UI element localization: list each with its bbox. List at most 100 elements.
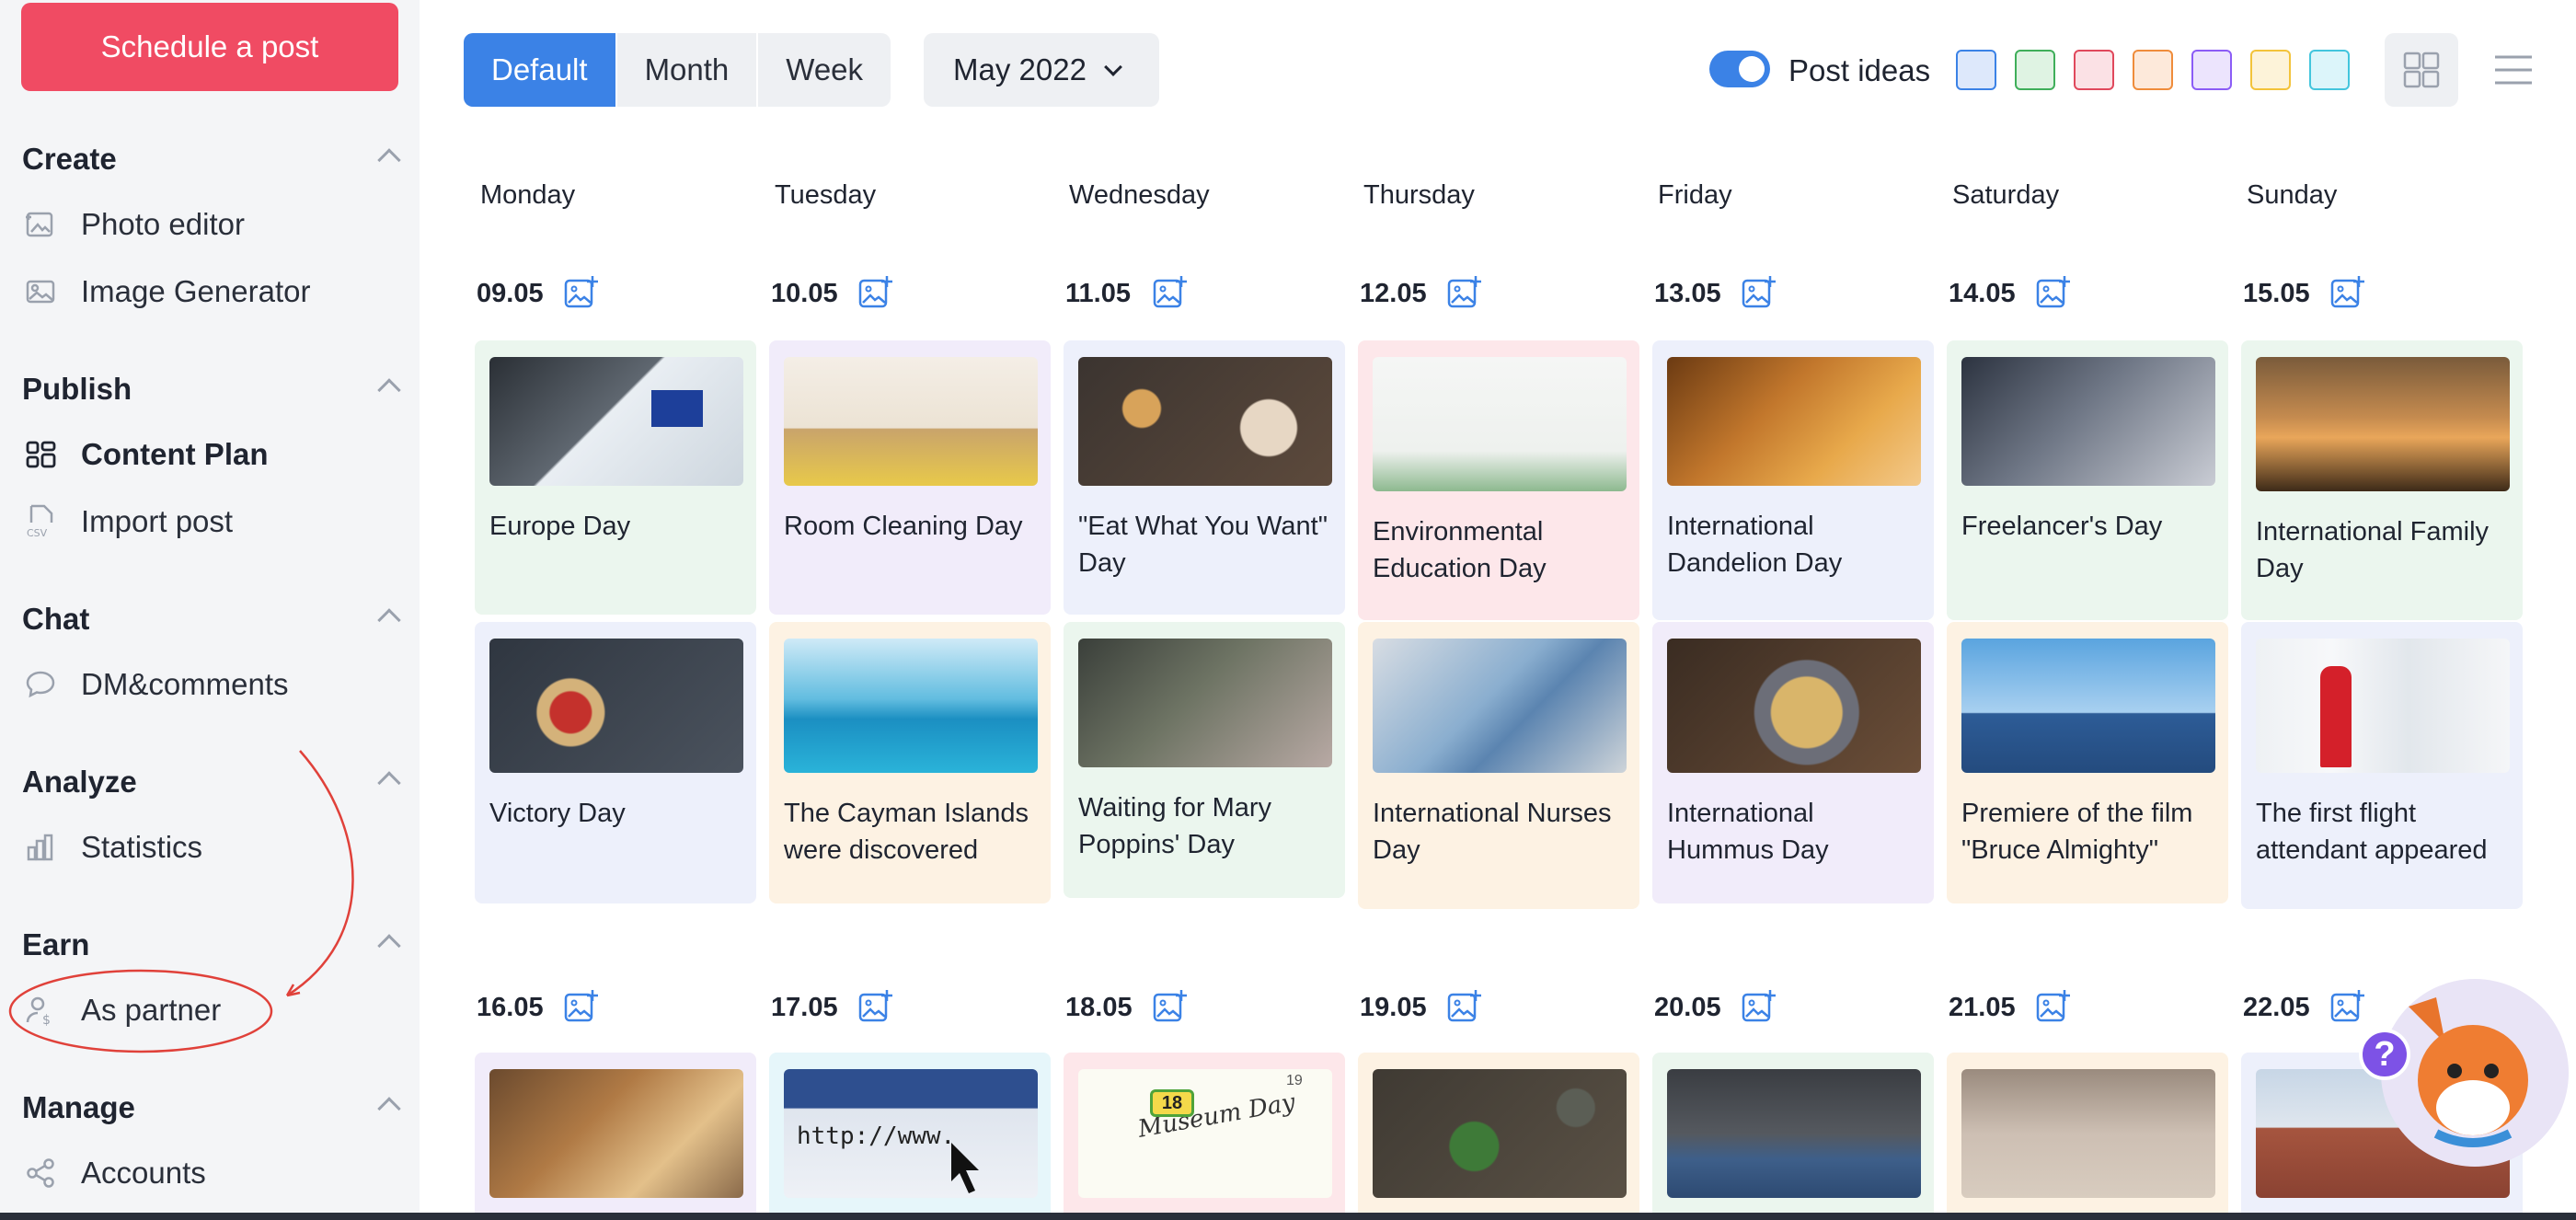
- post-idea-card[interactable]: The Cayman Islands were discovered: [769, 622, 1051, 903]
- post-idea-card[interactable]: http://www.: [769, 1053, 1051, 1220]
- post-idea-card[interactable]: Freelancer's Day: [1947, 340, 2228, 620]
- card-title: International Dandelion Day: [1667, 512, 1843, 578]
- sidebar-item-import-post[interactable]: CSV Import post: [22, 496, 399, 547]
- post-idea-card[interactable]: Waiting for Mary Poppins' Day: [1064, 622, 1345, 898]
- date-label: 22.05: [2243, 993, 2310, 1022]
- add-image-icon[interactable]: [1741, 988, 1777, 1025]
- post-idea-card[interactable]: Premiere of the film "Bruce Almighty": [1947, 622, 2228, 903]
- card-image: Museum Day 18 19: [1078, 1069, 1332, 1198]
- day-header: Monday: [480, 180, 576, 210]
- schedule-post-button[interactable]: Schedule a post: [21, 3, 398, 91]
- date-label: 21.05: [1949, 993, 2016, 1022]
- support-mascot[interactable]: [2381, 979, 2569, 1167]
- sidebar: Schedule a post Create Photo editor Imag…: [0, 0, 420, 1220]
- card-image: [489, 639, 743, 773]
- card-title: Environmental Education Day: [1373, 517, 1547, 583]
- sidebar-item-accounts[interactable]: Accounts: [22, 1147, 399, 1199]
- chat-icon: [22, 666, 59, 703]
- card-image: [784, 639, 1038, 773]
- card-image: [1961, 639, 2215, 773]
- post-idea-card[interactable]: International Dandelion Day: [1652, 340, 1934, 620]
- chevron-up-icon[interactable]: [377, 378, 401, 402]
- post-idea-card[interactable]: Room Cleaning Day: [769, 340, 1051, 615]
- add-image-icon[interactable]: [563, 274, 600, 311]
- grid-view-button[interactable]: [2385, 33, 2458, 107]
- post-idea-card[interactable]: International Nurses Day: [1358, 622, 1639, 909]
- card-title: Waiting for Mary Poppins' Day: [1078, 793, 1272, 859]
- post-idea-card[interactable]: [1652, 1053, 1934, 1220]
- section-title-earn: Earn: [22, 927, 90, 961]
- card-image: [1373, 357, 1627, 491]
- tab-default[interactable]: Default: [464, 33, 617, 107]
- sidebar-item-image-generator[interactable]: Image Generator: [22, 266, 399, 317]
- post-idea-card[interactable]: [475, 1053, 756, 1220]
- help-button[interactable]: ?: [2359, 1029, 2410, 1080]
- date-label: 12.05: [1360, 279, 1427, 308]
- add-image-icon[interactable]: [1152, 274, 1189, 311]
- add-image-icon[interactable]: [1446, 274, 1483, 311]
- add-image-icon[interactable]: [1152, 988, 1189, 1025]
- color-filter-blue[interactable]: [1956, 50, 1996, 90]
- sidebar-item-as-partner[interactable]: $ As partner: [22, 984, 399, 1036]
- view-tabs: Default Month Week: [464, 33, 891, 107]
- section-title-manage: Manage: [22, 1090, 135, 1124]
- section-title-analyze: Analyze: [22, 765, 137, 799]
- post-idea-card[interactable]: International Hummus Day: [1652, 622, 1934, 903]
- card-image: [784, 357, 1038, 486]
- sidebar-item-dm-comments[interactable]: DM&comments: [22, 659, 399, 710]
- add-image-icon[interactable]: [2329, 274, 2366, 311]
- list-view-button[interactable]: [2477, 33, 2550, 107]
- date-label: 15.05: [2243, 279, 2310, 308]
- tab-month[interactable]: Month: [617, 33, 759, 107]
- color-filter-cyan[interactable]: [2309, 50, 2350, 90]
- content-plan-calendar: Default Month Week May 2022 Post ideas M…: [420, 0, 2576, 1220]
- chevron-up-icon[interactable]: [377, 608, 401, 632]
- svg-text:CSV: CSV: [27, 527, 48, 539]
- color-filter-yellow[interactable]: [2250, 50, 2291, 90]
- post-idea-card[interactable]: Museum Day 18 19: [1064, 1053, 1345, 1220]
- chevron-up-icon[interactable]: [377, 934, 401, 958]
- post-idea-card[interactable]: [1358, 1053, 1639, 1220]
- post-ideas-toggle[interactable]: [1709, 51, 1770, 87]
- post-idea-card[interactable]: Europe Day: [475, 340, 756, 615]
- post-idea-card[interactable]: Environmental Education Day: [1358, 340, 1639, 620]
- add-image-icon[interactable]: [857, 988, 894, 1025]
- chevron-up-icon[interactable]: [377, 148, 401, 172]
- add-image-icon[interactable]: [563, 988, 600, 1025]
- sidebar-item-photo-editor[interactable]: Photo editor: [22, 199, 399, 250]
- grid-icon: [22, 436, 59, 473]
- post-idea-card[interactable]: [1947, 1053, 2228, 1220]
- post-idea-card[interactable]: International Family Day: [2241, 340, 2523, 620]
- sidebar-item-content-plan[interactable]: Content Plan: [22, 429, 399, 480]
- sidebar-item-label: Accounts: [81, 1156, 206, 1190]
- day-header: Friday: [1658, 180, 1732, 210]
- color-filter-orange[interactable]: [2133, 50, 2173, 90]
- card-image: [489, 357, 743, 486]
- card-image: [1667, 639, 1921, 773]
- chevron-up-icon[interactable]: [377, 771, 401, 795]
- post-idea-card[interactable]: "Eat What You Want" Day: [1064, 340, 1345, 615]
- color-filter-purple[interactable]: [2191, 50, 2232, 90]
- card-image: [1667, 357, 1921, 486]
- add-image-icon[interactable]: [1446, 988, 1483, 1025]
- post-idea-card[interactable]: Victory Day: [475, 622, 756, 903]
- sidebar-item-statistics[interactable]: Statistics: [22, 822, 399, 873]
- add-image-icon[interactable]: [1741, 274, 1777, 311]
- sidebar-item-label: Content Plan: [81, 437, 269, 471]
- color-filter-green[interactable]: [2015, 50, 2055, 90]
- month-select[interactable]: May 2022: [924, 33, 1159, 107]
- card-image: [1961, 1069, 2215, 1198]
- add-image-icon[interactable]: [2329, 988, 2366, 1025]
- photo-editor-icon: [22, 206, 59, 243]
- add-image-icon[interactable]: [2035, 274, 2072, 311]
- color-filter-red[interactable]: [2074, 50, 2114, 90]
- card-image: http://www.: [784, 1069, 1038, 1198]
- add-image-icon[interactable]: [2035, 988, 2072, 1025]
- post-idea-card[interactable]: The first flight attendant appeared: [2241, 622, 2523, 909]
- card-title: Freelancer's Day: [1961, 512, 2163, 541]
- tab-week[interactable]: Week: [758, 33, 891, 107]
- add-image-icon[interactable]: [857, 274, 894, 311]
- sidebar-item-label: DM&comments: [81, 667, 289, 701]
- day-header: Saturday: [1952, 180, 2060, 210]
- chevron-up-icon[interactable]: [377, 1097, 401, 1121]
